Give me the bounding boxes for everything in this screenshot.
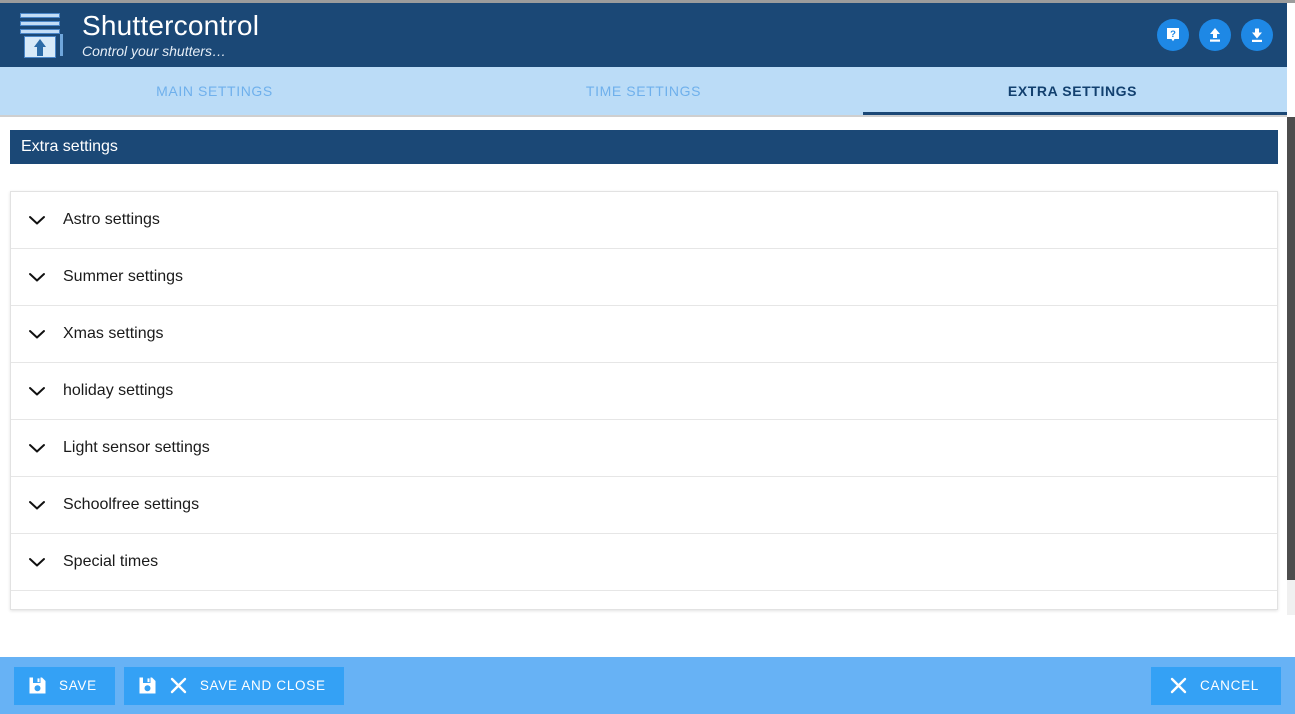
chevron-down-icon (11, 215, 63, 226)
chevron-down-icon (11, 443, 63, 454)
accordion-item-partial[interactable] (11, 591, 1277, 609)
save-button-label: SAVE (59, 678, 97, 693)
action-bar: SAVE SAVE AND CLOSE CANCEL (0, 657, 1295, 714)
upload-arrow-icon (1210, 28, 1220, 42)
accordion-item-label: Special times (63, 553, 159, 570)
chevron-down-icon (11, 272, 63, 283)
accordion-item-label: Schoolfree settings (63, 496, 200, 513)
tab-time-settings[interactable]: TIME SETTINGS (429, 67, 858, 115)
cancel-button-label: CANCEL (1200, 678, 1259, 693)
close-x-icon (169, 676, 188, 695)
accordion-item-holiday-settings[interactable]: holiday settings (11, 363, 1277, 420)
accordion-item-light-sensor-settings[interactable]: Light sensor settings (11, 420, 1277, 477)
accordion-item-label: Xmas settings (63, 325, 164, 342)
app-window: Shuttercontrol Control your shutters… ? (0, 0, 1295, 714)
accordion-item-label: Astro settings (63, 211, 160, 228)
settings-tabbar: MAIN SETTINGS TIME SETTINGS EXTRA SETTIN… (0, 67, 1287, 115)
download-arrow-icon (1252, 28, 1262, 42)
help-book-icon: ? (1167, 28, 1179, 42)
header-actions: ? (1157, 19, 1273, 51)
cancel-button[interactable]: CANCEL (1151, 666, 1281, 705)
settings-content: Extra settings Astro settings Summer set… (0, 117, 1287, 657)
accordion-item-schoolfree-settings[interactable]: Schoolfree settings (11, 477, 1277, 534)
help-button[interactable]: ? (1157, 19, 1189, 51)
save-button[interactable]: SAVE (14, 666, 115, 705)
upload-button[interactable] (1199, 19, 1231, 51)
accordion-item-astro-settings[interactable]: Astro settings (11, 192, 1277, 249)
section-title: Extra settings (21, 138, 118, 155)
accordion-item-label: holiday settings (63, 382, 174, 399)
floppy-disk-icon (28, 676, 47, 695)
save-and-close-button-label: SAVE AND CLOSE (199, 678, 326, 693)
accordion-item-label: Light sensor settings (63, 439, 210, 456)
download-button[interactable] (1241, 19, 1273, 51)
chevron-down-icon (11, 386, 63, 397)
section-header: Extra settings (10, 130, 1278, 164)
scrollbar-top-cap (1287, 0, 1295, 3)
tab-main-settings[interactable]: MAIN SETTINGS (0, 67, 429, 115)
extra-settings-accordion: Astro settings Summer settings Xmas sett… (10, 191, 1278, 610)
svg-text:?: ? (1170, 29, 1176, 40)
chevron-down-icon (11, 500, 63, 511)
save-and-close-button[interactable]: SAVE AND CLOSE (123, 666, 344, 705)
tab-extra-settings[interactable]: EXTRA SETTINGS (858, 67, 1287, 115)
app-logo (14, 10, 68, 60)
app-header: Shuttercontrol Control your shutters… ? (0, 3, 1287, 67)
accordion-item-xmas-settings[interactable]: Xmas settings (11, 306, 1277, 363)
shutter-up-icon (14, 10, 66, 60)
close-x-icon (1169, 676, 1188, 695)
accordion-item-summer-settings[interactable]: Summer settings (11, 249, 1277, 306)
page-title: Shuttercontrol (82, 10, 260, 41)
floppy-disk-icon (138, 676, 157, 695)
chevron-down-icon (11, 557, 63, 568)
accordion-item-special-times[interactable]: Special times (11, 534, 1277, 591)
chevron-down-icon (11, 329, 63, 340)
app-subtitle: Control your shutters… (82, 43, 226, 59)
app-title-block: Shuttercontrol Control your shutters… (82, 10, 259, 60)
accordion-item-label: Summer settings (63, 268, 184, 285)
content-scrollbar-thumb[interactable] (1287, 117, 1295, 580)
